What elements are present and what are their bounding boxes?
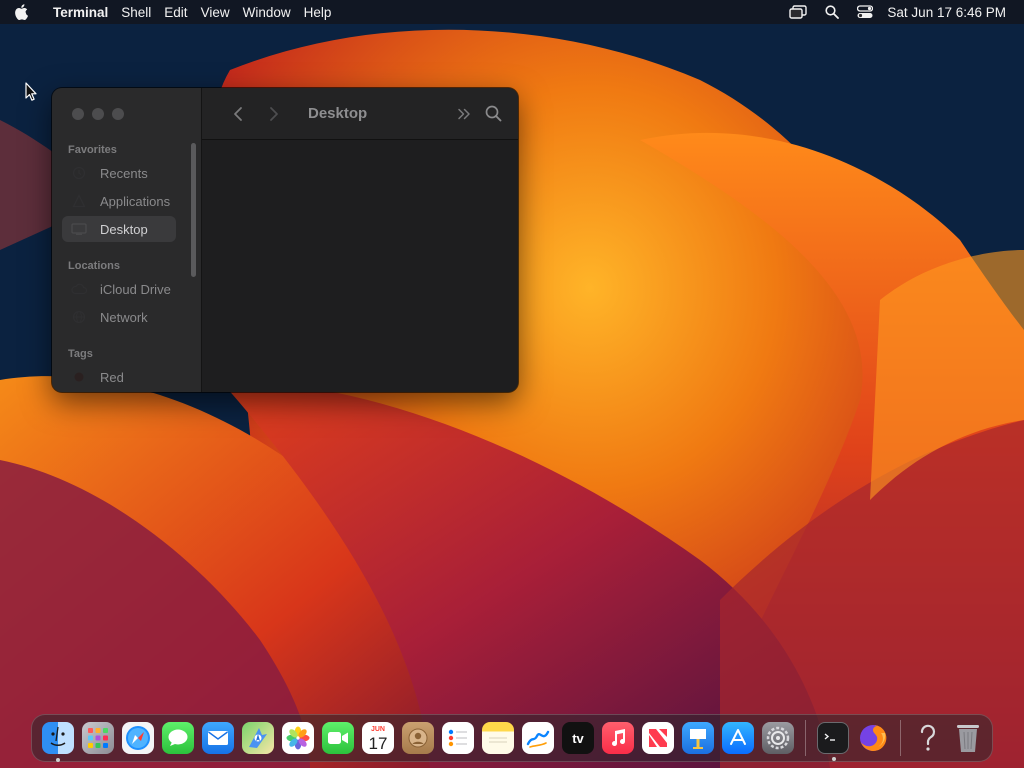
chevron-right-icon xyxy=(270,106,278,121)
sidebar-item-label: Recents xyxy=(100,165,148,181)
applications-icon xyxy=(70,194,88,208)
sidebar-item-icloud-drive[interactable]: iCloud Drive xyxy=(62,276,176,302)
sidebar-item-applications[interactable]: Applications xyxy=(62,188,176,214)
sidebar-item-tag-red[interactable]: Red xyxy=(62,364,176,390)
menu-view[interactable]: View xyxy=(201,5,230,20)
desktop-icon xyxy=(70,222,88,236)
double-chevron-right-icon xyxy=(458,108,470,119)
finder-content: Desktop xyxy=(202,88,518,392)
menu-window[interactable]: Window xyxy=(243,5,291,20)
trash-icon[interactable] xyxy=(952,722,984,754)
calendar-month: JUN xyxy=(370,725,385,733)
finder-toolbar: Desktop xyxy=(202,88,518,140)
menu-shell[interactable]: Shell xyxy=(121,5,151,20)
spotlight-search-icon[interactable] xyxy=(825,5,840,19)
maps-icon[interactable] xyxy=(242,722,274,754)
menu-app-name[interactable]: Terminal xyxy=(53,5,108,20)
finder-icon[interactable] xyxy=(42,722,74,762)
appletv-label: tv xyxy=(572,730,584,746)
sidebar-section-favorites: Favorites xyxy=(68,144,117,156)
search-icon xyxy=(485,105,502,122)
keynote-icon[interactable] xyxy=(682,722,714,754)
news-icon[interactable] xyxy=(642,722,674,754)
menu-edit[interactable]: Edit xyxy=(164,5,187,20)
apple-menu-icon[interactable] xyxy=(14,4,40,20)
close-window-button[interactable] xyxy=(72,108,84,120)
chevron-left-icon xyxy=(234,106,242,121)
firefox-icon[interactable] xyxy=(857,722,889,754)
settings-gear-icon[interactable] xyxy=(762,722,794,754)
minimize-window-button[interactable] xyxy=(92,108,104,120)
dock: JUN 17 tv xyxy=(31,714,993,762)
sidebar-item-recents[interactable]: Recents xyxy=(62,160,176,186)
sidebar-item-label: Red xyxy=(100,369,124,385)
network-icon xyxy=(70,310,88,324)
question-mark-icon[interactable] xyxy=(912,722,944,754)
dock-separator xyxy=(900,720,901,756)
menu-clock[interactable]: Sat Jun 17 6:46 PM xyxy=(887,5,1006,20)
sidebar-item-network[interactable]: Network xyxy=(62,304,176,330)
calendar-day: 17 xyxy=(368,733,388,753)
sidebar-section-tags: Tags xyxy=(68,348,93,360)
sidebar-scrollbar[interactable] xyxy=(191,143,196,277)
sidebar-item-label: Applications xyxy=(100,193,171,209)
appstore-icon[interactable] xyxy=(722,722,754,754)
screen-mirroring-icon[interactable] xyxy=(789,5,808,19)
menu-help[interactable]: Help xyxy=(304,5,332,20)
contacts-icon[interactable] xyxy=(402,722,434,754)
toolbar-overflow-button[interactable] xyxy=(457,108,471,120)
launchpad-icon[interactable] xyxy=(82,722,114,754)
reminders-icon[interactable] xyxy=(442,722,474,754)
sidebar-item-label: Network xyxy=(100,309,148,325)
finder-window: Favorites Recents Applications Desktop L… xyxy=(52,88,518,392)
forward-button[interactable] xyxy=(256,101,292,127)
zoom-window-button[interactable] xyxy=(112,108,124,120)
mouse-pointer-icon xyxy=(24,82,38,107)
sidebar-section-locations: Locations xyxy=(68,260,120,272)
appletv-icon[interactable]: tv xyxy=(562,722,594,754)
notes-icon[interactable] xyxy=(482,722,514,754)
menu-bar: Terminal Shell Edit View Window Help Sat… xyxy=(0,0,1024,24)
sidebar-item-label: Desktop xyxy=(100,221,148,237)
dock-separator xyxy=(805,720,806,756)
music-icon[interactable] xyxy=(602,722,634,754)
photos-icon[interactable] xyxy=(282,722,314,754)
sidebar-item-desktop[interactable]: Desktop xyxy=(62,216,176,242)
mail-icon[interactable] xyxy=(202,722,234,754)
sidebar-item-label: iCloud Drive xyxy=(100,281,171,297)
finder-sidebar: Favorites Recents Applications Desktop L… xyxy=(52,88,202,392)
messages-icon[interactable] xyxy=(162,722,194,754)
cloud-icon xyxy=(70,282,88,296)
calendar-icon[interactable]: JUN 17 xyxy=(362,722,394,754)
window-controls xyxy=(72,108,132,120)
control-center-icon[interactable] xyxy=(857,5,874,19)
clock-icon xyxy=(70,166,88,180)
terminal-icon[interactable] xyxy=(817,722,849,761)
tag-dot-icon xyxy=(70,370,88,384)
search-button[interactable] xyxy=(485,105,502,122)
safari-icon[interactable] xyxy=(122,722,154,754)
back-button[interactable] xyxy=(220,101,256,127)
facetime-icon[interactable] xyxy=(322,722,354,754)
freeform-icon[interactable] xyxy=(522,722,554,754)
window-title: Desktop xyxy=(308,105,368,122)
